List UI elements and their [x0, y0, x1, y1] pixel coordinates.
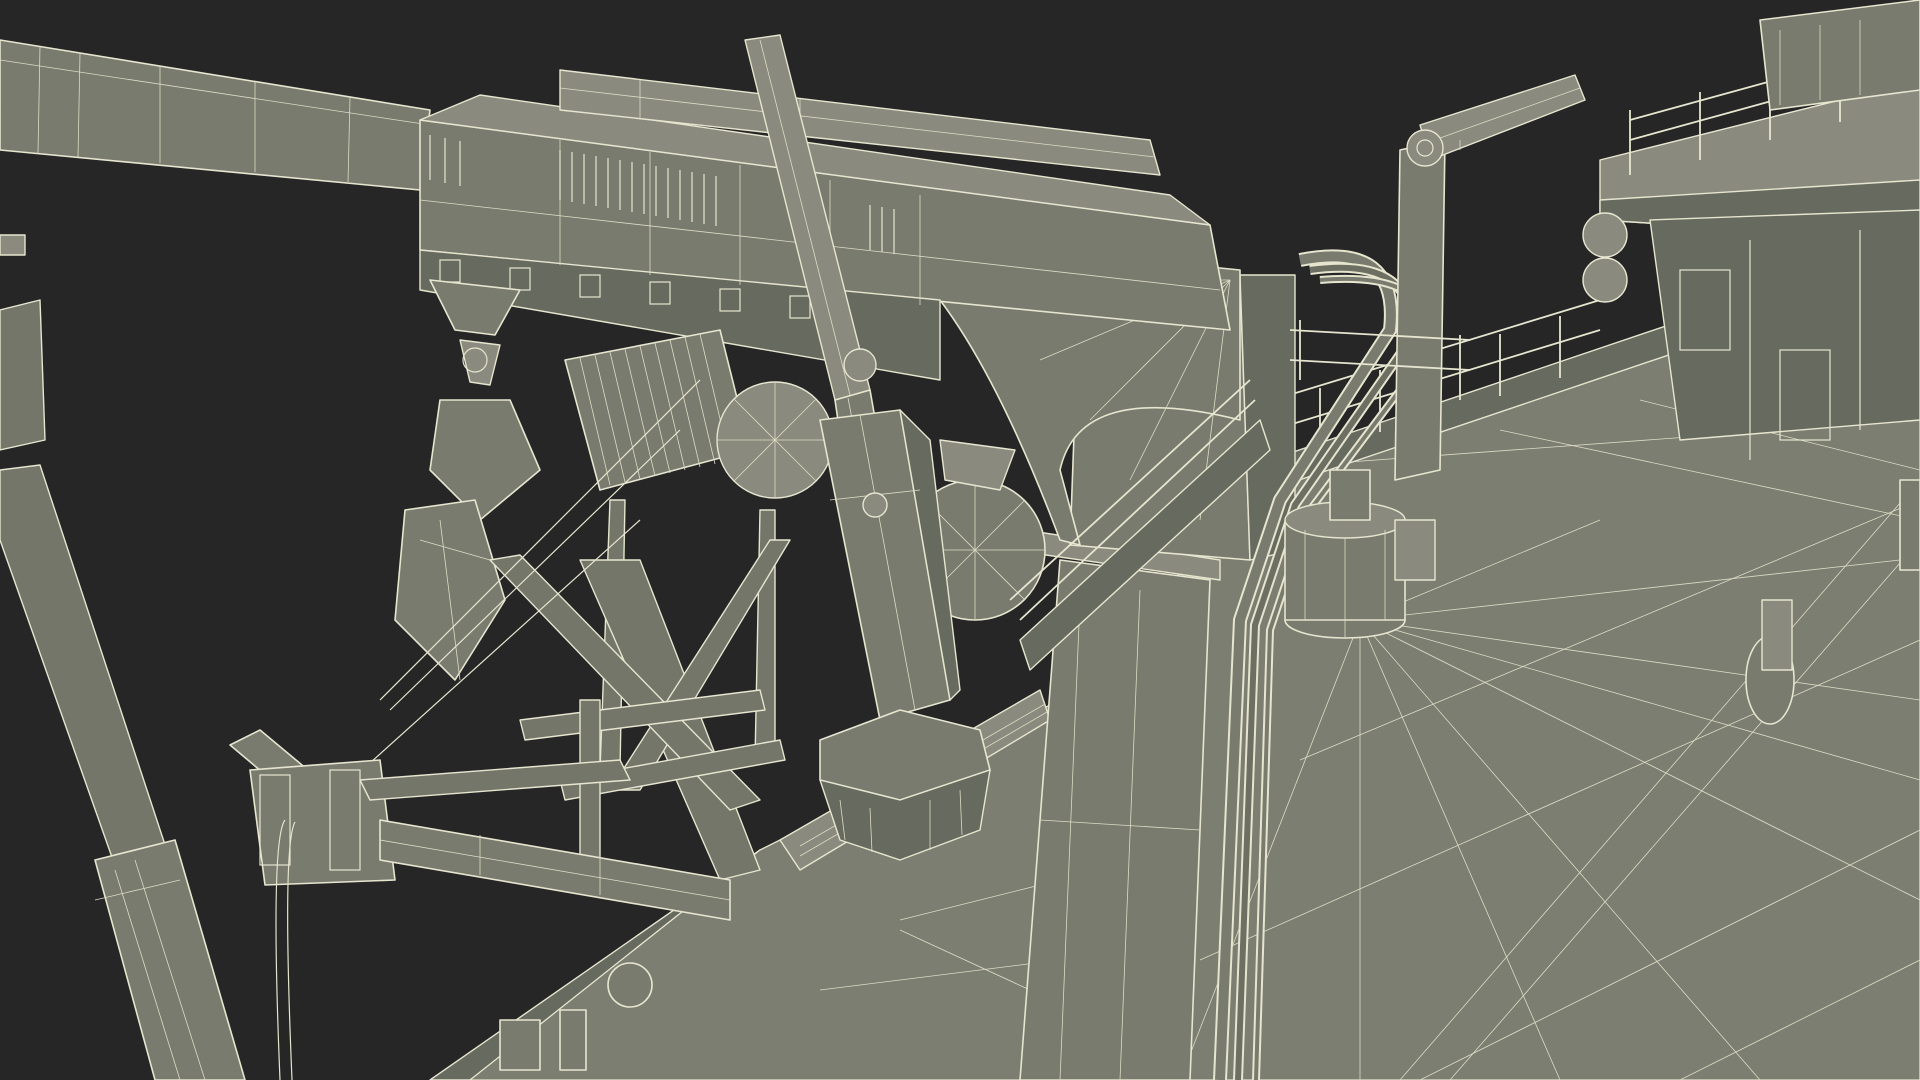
pulley-block-lower	[394, 499, 506, 681]
hook-block	[429, 279, 521, 336]
a-frame-leg	[0, 234, 246, 1080]
superstructure-wall	[1649, 209, 1920, 441]
a-frame-cylinder	[94, 839, 246, 1080]
lifebuoy-icon	[1582, 212, 1628, 258]
deck-equipment-box	[499, 1019, 541, 1071]
deck-winch-small	[607, 962, 653, 1008]
a-frame-strut	[0, 464, 171, 881]
sheave-wheel-icon	[1406, 129, 1444, 167]
post-upper-arm	[1419, 74, 1586, 161]
pulley-block-upper	[429, 399, 541, 521]
deck-post	[559, 1009, 587, 1071]
post-body	[1394, 139, 1446, 481]
wireframe-render-scene	[0, 0, 1920, 1080]
upper-structure	[1759, 0, 1920, 111]
